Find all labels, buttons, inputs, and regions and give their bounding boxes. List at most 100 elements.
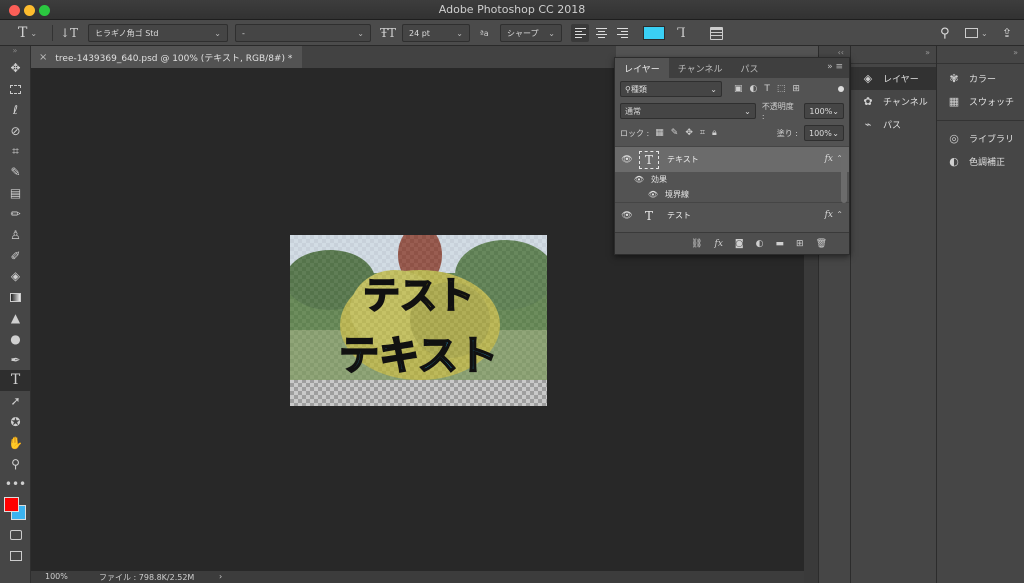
character-panel-button[interactable] xyxy=(710,24,723,42)
layers-scrollbar[interactable] xyxy=(841,153,847,203)
filter-pixel-icon[interactable]: ▣ xyxy=(734,84,743,94)
close-tab-icon[interactable]: × xyxy=(39,52,47,63)
lock-all-icon[interactable]: 🔒︎ xyxy=(712,128,717,138)
dock-collapse-icon[interactable]: » xyxy=(937,46,1024,64)
eraser-tool[interactable]: ◈ xyxy=(0,266,31,287)
chevron-up-icon[interactable]: ⌃ xyxy=(836,210,843,219)
zoom-tool[interactable]: ⚲ xyxy=(0,453,31,474)
font-family-select[interactable]: ヒラギノ角ゴ Std ⌄ xyxy=(88,24,228,42)
crop-tool[interactable]: ⌗ xyxy=(0,141,31,162)
panel-menu-icon[interactable]: » ≡ xyxy=(827,62,843,72)
dock-libraries[interactable]: ◎ ライブラリ xyxy=(937,127,1024,150)
history-brush-tool[interactable]: ✐ xyxy=(0,245,31,266)
pen-tool[interactable]: ✒ xyxy=(0,349,31,370)
move-tool[interactable]: ✥ xyxy=(0,58,31,79)
filter-toggle[interactable] xyxy=(838,86,844,92)
tab-channels[interactable]: チャンネル xyxy=(669,58,732,78)
layer-row-text[interactable]: 👁︎ T テキスト fx ⌃ xyxy=(615,146,849,172)
fx-icon[interactable]: fx xyxy=(825,210,833,220)
dock-swatches[interactable]: ▦ スウォッチ xyxy=(937,90,1024,113)
layer-filter-icons: ▣ ◐ T ⬚ ⊞ xyxy=(734,84,800,94)
filter-type-icon[interactable]: T xyxy=(764,84,770,94)
new-group-icon[interactable]: ▬ xyxy=(776,239,785,249)
zoom-level[interactable]: 100% xyxy=(45,572,68,581)
stroke-effect-row[interactable]: 👁︎ 境界線 xyxy=(615,187,849,202)
align-center-button[interactable] xyxy=(592,24,610,42)
workspace-switcher[interactable]: ⌄ xyxy=(965,24,988,42)
warp-text-button[interactable]: Ꞁ xyxy=(677,24,686,42)
opacity-field[interactable]: 100% ⌄ xyxy=(804,103,844,119)
screen-mode-button[interactable] xyxy=(0,546,31,567)
type-tool[interactable]: T xyxy=(0,369,31,391)
lasso-tool[interactable]: ℓ xyxy=(0,100,31,121)
toolbar-collapse-icon[interactable]: » xyxy=(0,46,30,58)
dock-channels[interactable]: ✿ チャンネル xyxy=(851,90,936,113)
shape-icon: ✪ xyxy=(10,414,21,429)
dock-color[interactable]: ✾ カラー xyxy=(937,67,1024,90)
lock-artboard-icon[interactable]: ⌗ xyxy=(700,128,705,138)
lock-brush-icon[interactable]: ✎ xyxy=(671,128,679,138)
document-canvas[interactable]: テスト テキスト xyxy=(290,235,547,406)
antialias-select[interactable]: シャープ ⌄ xyxy=(500,24,562,42)
align-left-button[interactable] xyxy=(571,24,589,42)
clone-stamp-tool[interactable]: ♙ xyxy=(0,224,31,245)
eye-icon[interactable]: 👁︎ xyxy=(615,155,639,165)
layer-filter-select[interactable]: ⚲種類 ⌄ xyxy=(620,81,722,97)
gradient-tool[interactable] xyxy=(0,287,31,308)
eye-icon[interactable]: 👁︎ xyxy=(641,190,665,199)
filter-shape-icon[interactable]: ⬚ xyxy=(777,84,786,94)
eyedropper-tool[interactable]: ✎ xyxy=(0,162,31,183)
dodge-tool[interactable]: ● xyxy=(0,328,31,349)
dock-layers[interactable]: ◈ レイヤー xyxy=(851,67,936,90)
effects-row[interactable]: 👁︎ 効果 xyxy=(615,172,849,187)
text-color-swatch[interactable] xyxy=(643,24,665,42)
dock-adjustments[interactable]: ◐ 色調補正 xyxy=(937,150,1024,173)
blur-tool[interactable]: ▲ xyxy=(0,308,31,329)
fill-field[interactable]: 100% ⌄ xyxy=(804,125,844,141)
dock-paths[interactable]: ⌁ パス xyxy=(851,113,936,136)
link-layers-icon[interactable]: ⛓︎ xyxy=(691,239,702,249)
quick-mask-button[interactable] xyxy=(0,525,31,546)
layer-row-test[interactable]: 👁︎ T テスト fx ⌃ xyxy=(615,202,849,228)
status-menu-arrow[interactable]: › xyxy=(219,572,222,581)
lock-transparency-icon[interactable]: ▦ xyxy=(655,128,664,138)
share-button[interactable]: ⇪ xyxy=(1002,24,1012,42)
layer-name[interactable]: テスト xyxy=(667,210,691,221)
marquee-tool[interactable] xyxy=(0,79,31,100)
quick-select-tool[interactable]: ⊘ xyxy=(0,120,31,141)
filter-adjustment-icon[interactable]: ◐ xyxy=(750,84,758,94)
eye-icon[interactable]: 👁︎ xyxy=(615,211,639,221)
eye-icon[interactable]: 👁︎ xyxy=(627,175,651,184)
hand-tool[interactable]: ✋ xyxy=(0,432,31,453)
fx-icon[interactable]: fx xyxy=(825,154,833,164)
document-tab[interactable]: × tree-1439369_640.psd @ 100% (テキスト, RGB… xyxy=(31,46,303,68)
adjustment-layer-icon[interactable]: ◐ xyxy=(756,239,764,249)
font-style-select[interactable]: - ⌄ xyxy=(235,24,371,42)
tab-paths[interactable]: パス xyxy=(731,58,767,78)
add-style-icon[interactable]: fx xyxy=(714,239,722,249)
new-layer-icon[interactable]: ⊞ xyxy=(796,239,804,249)
lock-position-icon[interactable]: ✥ xyxy=(685,128,693,138)
text-layer-bottom[interactable]: テキスト xyxy=(290,323,547,381)
text-layer-top[interactable]: テスト xyxy=(290,265,547,319)
more-tools[interactable]: ••• xyxy=(0,474,31,495)
color-picker[interactable] xyxy=(0,495,30,525)
font-size-select[interactable]: 24 pt ⌄ xyxy=(402,24,470,42)
chevron-down-icon: ⌄ xyxy=(832,106,839,116)
path-selection-tool[interactable]: ➚ xyxy=(0,391,31,412)
text-orientation-button[interactable]: ↓T xyxy=(60,24,78,42)
foreground-color[interactable] xyxy=(4,496,19,512)
blend-mode-select[interactable]: 通常 ⌄ xyxy=(620,103,756,119)
healing-brush-tool[interactable]: ▤ xyxy=(0,183,31,204)
dock-collapse-icon[interactable]: » xyxy=(851,46,936,64)
delete-layer-icon[interactable]: 🗑︎ xyxy=(816,239,827,249)
filter-smart-object-icon[interactable]: ⊞ xyxy=(792,84,800,94)
layer-name[interactable]: テキスト xyxy=(667,154,699,165)
add-mask-icon[interactable]: ◙ xyxy=(735,239,744,249)
search-button[interactable]: ⚲ xyxy=(940,24,950,42)
tool-preset-picker[interactable]: T ⌄ xyxy=(18,24,37,42)
align-right-button[interactable] xyxy=(613,24,631,42)
tab-layers[interactable]: レイヤー xyxy=(615,58,669,78)
shape-tool[interactable]: ✪ xyxy=(0,412,31,433)
brush-tool[interactable]: ✏ xyxy=(0,204,31,225)
